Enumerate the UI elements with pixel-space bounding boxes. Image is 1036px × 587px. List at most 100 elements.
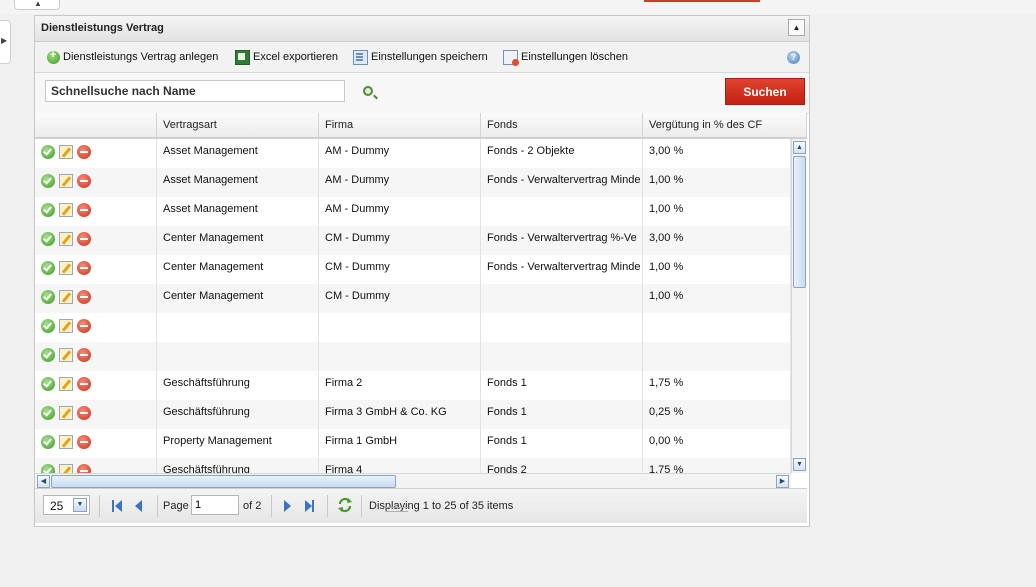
help-icon[interactable]: ? bbox=[787, 51, 800, 64]
edit-icon[interactable] bbox=[59, 290, 73, 304]
confirm-icon[interactable] bbox=[41, 319, 55, 333]
column-header-fund[interactable]: Fonds bbox=[481, 113, 643, 137]
column-header-company[interactable]: Firma bbox=[319, 113, 481, 137]
edit-icon[interactable] bbox=[59, 406, 73, 420]
previous-page-button[interactable] bbox=[131, 499, 145, 513]
scroll-right-icon[interactable]: ▶ bbox=[776, 475, 789, 488]
table-row[interactable] bbox=[35, 342, 791, 371]
remove-icon[interactable] bbox=[77, 319, 91, 333]
add-contract-button[interactable]: Dienstleistungs Vertrag anlegen bbox=[47, 49, 218, 65]
search-button[interactable]: Suchen bbox=[725, 78, 805, 105]
edit-icon[interactable] bbox=[59, 377, 73, 391]
confirm-icon[interactable] bbox=[41, 435, 55, 449]
cell-compensation: 0,25 % bbox=[643, 400, 791, 429]
current-page-input[interactable] bbox=[191, 495, 239, 515]
vertical-scrollbar[interactable]: ▲ ▼ bbox=[791, 139, 807, 473]
chevron-down-icon[interactable]: ▼ bbox=[73, 498, 87, 512]
collapse-panel-button[interactable]: ▲ bbox=[788, 19, 805, 36]
scroll-down-icon[interactable]: ▼ bbox=[793, 458, 806, 471]
row-action-icons bbox=[35, 458, 156, 473]
side-expand-tab[interactable]: ▶ bbox=[0, 20, 11, 64]
cell-company: Firma 3 GmbH & Co. KG bbox=[319, 400, 481, 429]
last-page-button[interactable] bbox=[301, 499, 315, 513]
cell-company: CM - Dummy bbox=[319, 255, 481, 284]
edit-icon[interactable] bbox=[59, 232, 73, 246]
edit-icon[interactable] bbox=[59, 261, 73, 275]
confirm-icon[interactable] bbox=[41, 145, 55, 159]
table-row[interactable]: Center Management CM - Dummy Fonds - Verwa… bbox=[35, 226, 791, 255]
quick-search-input[interactable] bbox=[45, 80, 345, 102]
edit-icon[interactable] bbox=[59, 203, 73, 217]
remove-icon[interactable] bbox=[77, 145, 91, 159]
horizontal-scroll-thumb[interactable] bbox=[51, 475, 396, 488]
edit-icon[interactable] bbox=[59, 435, 73, 449]
table-row[interactable]: Center Management CM - Dummy Fonds - Verwa… bbox=[35, 255, 791, 284]
add-search-icon[interactable] bbox=[363, 86, 373, 96]
remove-icon[interactable] bbox=[77, 203, 91, 217]
confirm-icon[interactable] bbox=[41, 377, 55, 391]
table-row[interactable]: Asset Management AM - Dummy 1,00 % bbox=[35, 197, 791, 226]
table-row[interactable]: Geschäftsführung Firma 3 GmbH & Co. KG Fon… bbox=[35, 400, 791, 429]
remove-icon[interactable] bbox=[77, 261, 91, 275]
column-header-contract-type[interactable]: Vertragsart bbox=[157, 113, 319, 137]
remove-icon[interactable] bbox=[77, 174, 91, 188]
add-contract-label: Dienstleistungs Vertrag anlegen bbox=[63, 51, 219, 63]
confirm-icon[interactable] bbox=[41, 174, 55, 188]
horizontal-scrollbar[interactable]: ◀ ▶ bbox=[35, 473, 791, 488]
table-row[interactable]: Property Management Firma 1 GmbH Fonds 1 0,… bbox=[35, 429, 791, 458]
table-row[interactable]: Asset Management AM - Dummy Fonds - 2 Obje… bbox=[35, 139, 791, 168]
remove-icon[interactable] bbox=[77, 232, 91, 246]
column-header-compensation[interactable]: Vergütung in % des CF bbox=[643, 113, 807, 137]
save-settings-button[interactable]: Einstellungen speichern bbox=[353, 49, 488, 65]
row-action-icons bbox=[35, 284, 156, 304]
first-page-button[interactable] bbox=[111, 499, 125, 513]
cell-compensation bbox=[643, 313, 791, 342]
remove-icon[interactable] bbox=[77, 377, 91, 391]
scroll-left-icon[interactable]: ◀ bbox=[37, 475, 50, 488]
refresh-icon[interactable] bbox=[337, 497, 353, 513]
confirm-icon[interactable] bbox=[41, 203, 55, 217]
confirm-icon[interactable] bbox=[41, 232, 55, 246]
excel-export-button[interactable]: Excel exportieren bbox=[235, 49, 338, 65]
table-row[interactable]: Geschäftsführung Firma 2 Fonds 1 1,75 % bbox=[35, 371, 791, 400]
cell-fund: Fonds 1 bbox=[481, 429, 643, 458]
delete-settings-button[interactable]: Einstellungen löschen bbox=[503, 49, 628, 66]
cell-compensation bbox=[643, 342, 791, 371]
cell-contract-type: Center Management bbox=[157, 255, 319, 284]
grid-header: Vertragsart Firma Fonds Vergütung in % d… bbox=[35, 113, 807, 139]
next-page-button[interactable] bbox=[280, 499, 294, 513]
resize-grip[interactable] bbox=[386, 507, 408, 512]
remove-icon[interactable] bbox=[77, 348, 91, 362]
remove-icon[interactable] bbox=[77, 290, 91, 304]
pager-separator bbox=[361, 495, 362, 517]
excel-icon bbox=[235, 49, 250, 65]
confirm-icon[interactable] bbox=[41, 406, 55, 420]
row-actions bbox=[35, 429, 157, 458]
vertical-scroll-thumb[interactable] bbox=[793, 156, 806, 288]
edit-icon[interactable] bbox=[59, 348, 73, 362]
row-actions bbox=[35, 197, 157, 226]
cell-compensation: 1,75 % bbox=[643, 458, 791, 473]
page-size-select[interactable]: 25 ▼ bbox=[43, 495, 90, 515]
cell-compensation: 1,75 % bbox=[643, 371, 791, 400]
remove-icon[interactable] bbox=[77, 406, 91, 420]
remove-icon[interactable] bbox=[77, 464, 91, 473]
scroll-up-icon[interactable]: ▲ bbox=[793, 141, 806, 154]
remove-icon[interactable] bbox=[77, 435, 91, 449]
edit-icon[interactable] bbox=[59, 174, 73, 188]
next-page-icon bbox=[284, 500, 291, 512]
confirm-icon[interactable] bbox=[41, 348, 55, 362]
confirm-icon[interactable] bbox=[41, 464, 55, 473]
table-row[interactable] bbox=[35, 313, 791, 342]
table-row[interactable]: Asset Management AM - Dummy Fonds - Verwal… bbox=[35, 168, 791, 197]
table-row[interactable]: Geschäftsführung Firma 4 Fonds 2 1,75 % bbox=[35, 458, 791, 473]
table-row[interactable]: Center Management CM - Dummy 1,00 % bbox=[35, 284, 791, 313]
edit-icon[interactable] bbox=[59, 319, 73, 333]
confirm-icon[interactable] bbox=[41, 261, 55, 275]
cell-fund bbox=[481, 313, 643, 342]
top-expand-tab[interactable]: ▲ bbox=[14, 0, 60, 10]
row-actions bbox=[35, 168, 157, 197]
confirm-icon[interactable] bbox=[41, 290, 55, 304]
edit-icon[interactable] bbox=[59, 145, 73, 159]
edit-icon[interactable] bbox=[59, 464, 73, 473]
